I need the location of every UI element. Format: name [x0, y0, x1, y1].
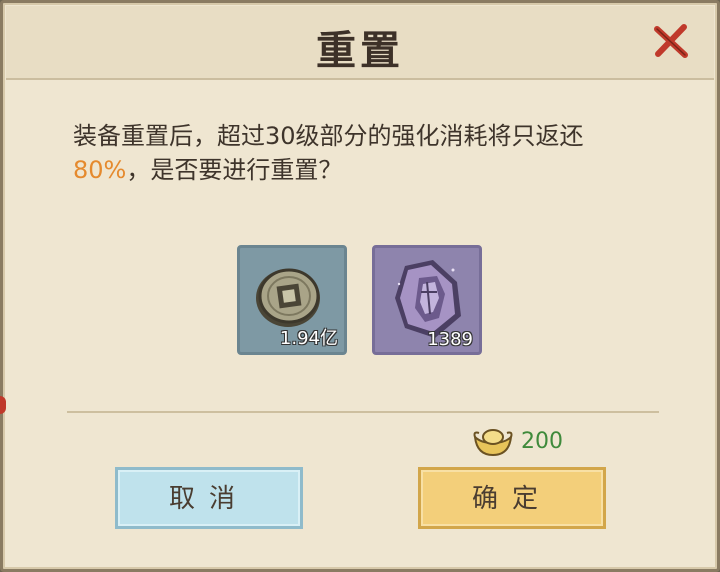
refund-item-crystal[interactable]: 1389	[372, 245, 482, 355]
gold-ingot-icon	[473, 429, 513, 457]
confirm-button[interactable]: 确定	[418, 467, 606, 529]
refund-percent: 80%	[73, 156, 127, 184]
reset-dialog: 重置 装备重置后，超过30级部分的强化消耗将只返还 80%，是否要进行重置？ 1.…	[0, 0, 720, 572]
close-icon[interactable]	[651, 21, 691, 61]
divider	[67, 411, 659, 413]
coin-quantity: 1.94亿	[279, 328, 338, 349]
crystal-quantity: 1389	[427, 329, 473, 350]
cost-amount: 200	[521, 429, 563, 454]
dialog-title: 重置	[316, 28, 404, 74]
refund-item-coin[interactable]: 1.94亿	[237, 245, 347, 355]
reset-warning-message: 装备重置后，超过30级部分的强化消耗将只返还 80%，是否要进行重置？	[73, 119, 653, 187]
message-text: 装备重置后，超过30级部分的强化消耗将只返还	[73, 122, 584, 150]
message-text-end: ，是否要进行重置？	[126, 156, 343, 184]
dialog-header: 重置	[6, 6, 714, 80]
cancel-button[interactable]: 取消	[115, 467, 303, 529]
